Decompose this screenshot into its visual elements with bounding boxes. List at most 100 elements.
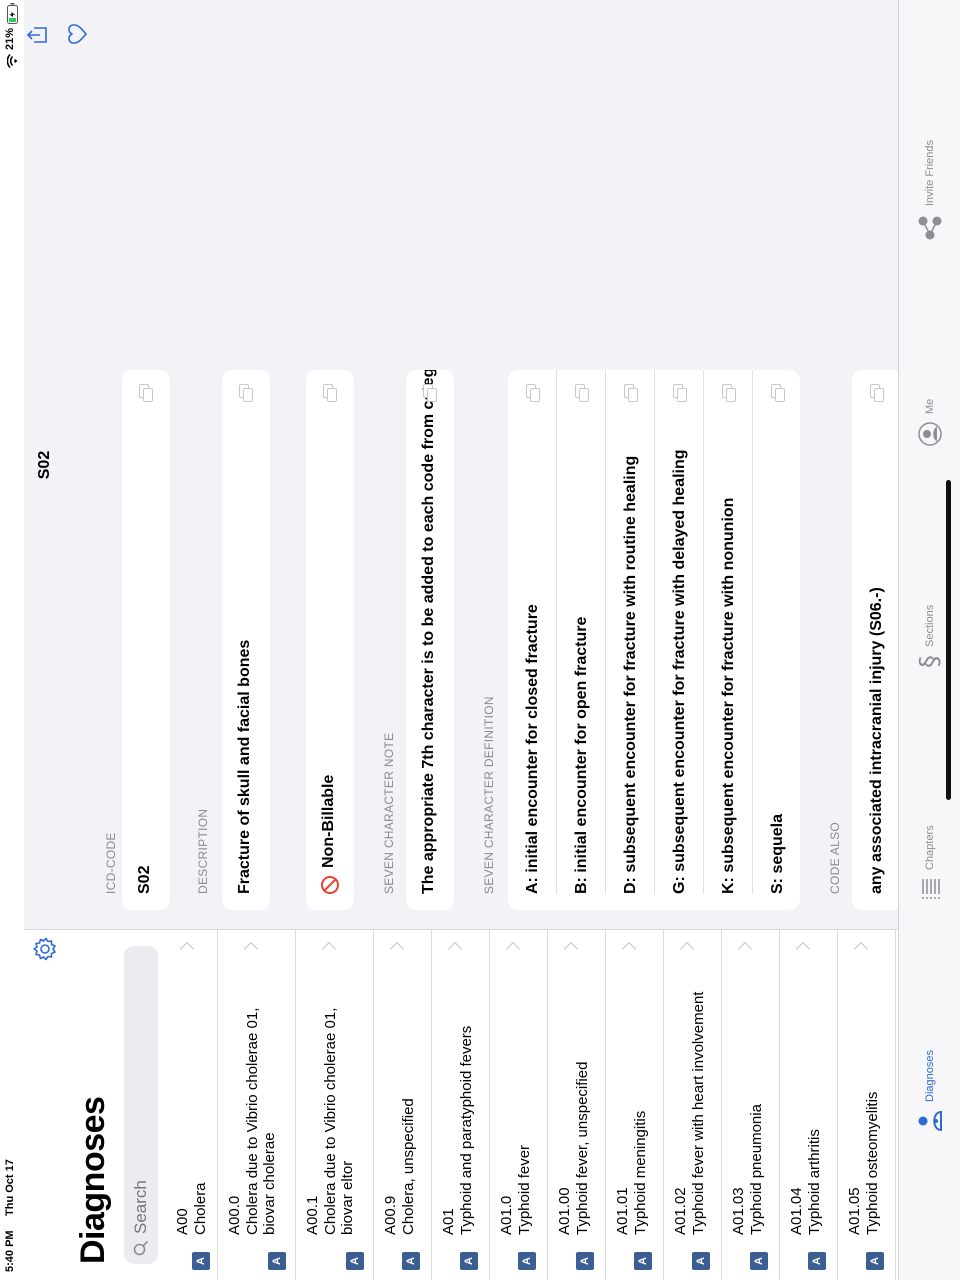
diagnosis-code: A01.05 [846,1187,863,1235]
chapter-badge: A [692,1252,710,1270]
icd-code-card: S02 [122,370,170,910]
icd-code-value: S02 [136,865,153,894]
chapter-badge: A [808,1252,826,1270]
sidebar-title: Diagnoses [74,1096,112,1264]
copy-icon[interactable] [624,384,638,402]
chevron-right-icon [179,941,195,957]
chevron-right-icon [679,941,695,957]
code-also-label: CODE ALSO [828,821,842,894]
diagnosis-row[interactable]: A A01.0 Typhoid fever [490,930,548,1280]
billable-card: Non-Billable [306,370,354,910]
copy-icon[interactable] [870,384,884,402]
seven-char-def-label: SEVEN CHARACTER DEFINITION [482,696,496,894]
tab-chapters[interactable]: Chapters [899,825,960,900]
chapter-badge: A [192,1252,210,1270]
diagnosis-code: A01.01 [614,1187,631,1235]
chevron-right-icon [243,941,259,957]
wifi-icon [5,53,23,69]
definition-row: G: subsequent encounter for fracture wit… [655,370,703,910]
chevron-right-icon [505,941,521,957]
seven-char-def-card: A: initial encounter for closed fracture… [508,370,800,910]
diagnosis-row[interactable]: A A01.01 Typhoid meningitis [606,930,664,1280]
tab-label: Diagnoses [924,1050,936,1102]
chapter-badge: A [518,1252,536,1270]
favorite-heart-icon[interactable] [68,23,93,45]
definition-row: K: subsequent encounter for fracture wit… [704,370,752,910]
diagnosis-description: Cholera due to Vibrio cholerae 01, biova… [244,1007,278,1235]
definition-text: S: sequela [769,813,786,894]
diagnosis-row[interactable]: A A01.00 Typhoid fever, unspecified [548,930,606,1280]
chevron-right-icon [321,941,337,957]
diagnoses-sidebar: Diagnoses A A00 Cholera A A00.0 Cholera … [0,929,898,1280]
diagnosis-description: Typhoid arthritis [806,1129,823,1235]
billable-value: Non-Billable [320,774,337,868]
definition-row: S: sequela [753,370,800,910]
definition-text: G: subsequent encounter for fracture wit… [671,449,688,894]
diagnosis-row[interactable]: A A00.9 Cholera, unspecified [374,930,432,1280]
tab-label: Invite Friends [924,139,936,206]
share-icon[interactable] [26,24,53,46]
tab-invite-friends[interactable]: Invite Friends [899,140,960,240]
diagnosis-row[interactable]: A A01 Typhoid and paratyphoid fevers [432,930,490,1280]
diagnosis-row[interactable]: A A01.04 Typhoid arthritis [780,930,838,1280]
home-indicator[interactable] [946,480,951,800]
diagnosis-code: A01 [440,1208,457,1235]
battery-icon [5,2,23,24]
copy-icon[interactable] [323,384,337,402]
copy-icon[interactable] [239,384,253,402]
copy-icon[interactable] [771,384,785,402]
code-also-card: any associated intracranial injury (S06.… [852,370,902,910]
diagnosis-description: Cholera, unspecified [400,1098,417,1235]
definition-row: B: initial encounter for open fracture [557,370,605,910]
diagnosis-code: A01.02 [672,1187,689,1235]
diagnosis-description: Typhoid fever [516,1144,533,1235]
diagnosis-row[interactable]: A A01.05 Typhoid osteomyelitis [838,930,896,1280]
search-input[interactable] [130,972,152,1236]
diagnosis-row[interactable]: A A00 Cholera [166,930,218,1280]
chapter-badge: A [576,1252,594,1270]
detail-title: S02 [36,450,53,480]
definition-row: D: subsequent encounter for fracture wit… [606,370,654,910]
copy-icon[interactable] [139,384,153,402]
definition-row: A: initial encounter for closed fracture [508,370,556,910]
diagnosis-description: Typhoid fever, unspecified [574,1061,591,1235]
chevron-right-icon [853,941,869,957]
profile-icon [918,422,942,446]
copy-icon[interactable] [423,384,437,402]
copy-icon[interactable] [575,384,589,402]
tab-label: Chapters [924,825,936,870]
person-icon [918,1110,942,1132]
copy-icon[interactable] [526,384,540,402]
gear-icon[interactable] [32,936,58,962]
tab-label: Me [924,398,936,414]
chapter-badge: A [268,1252,286,1270]
section-icon: § [915,655,945,668]
diagnosis-code: A00.9 [382,1195,399,1235]
diagnosis-description: Cholera due to Vibrio cholerae 01, biova… [322,1007,356,1235]
diagnosis-description: Typhoid pneumonia [748,1104,765,1235]
diagnosis-description: Typhoid meningitis [632,1110,649,1235]
copy-icon[interactable] [673,384,687,402]
description-label: DESCRIPTION [196,808,210,894]
diagnosis-description: Typhoid osteomyelitis [864,1091,881,1235]
chevron-right-icon [621,941,637,957]
search-field[interactable] [124,946,158,1264]
diagnosis-row[interactable]: A A00.1 Cholera due to Vibrio cholerae 0… [296,930,374,1280]
tab-diagnoses[interactable]: Diagnoses [899,1050,960,1132]
chevron-right-icon [795,941,811,957]
tab-me[interactable]: Me [899,399,960,446]
list-icon [922,879,940,899]
diagnosis-row[interactable]: A A00.0 Cholera due to Vibrio cholerae 0… [218,930,296,1280]
copy-icon[interactable] [722,384,736,402]
status-bar: 5:40 PM Thu Oct 17 21% [0,0,24,1280]
chapter-badge: A [346,1252,364,1270]
description-card: Fracture of skull and facial bones [222,370,270,910]
diagnosis-code: A01.0 [498,1195,515,1235]
diagnosis-row[interactable]: A A01.03 Typhoid pneumonia [722,930,780,1280]
chapter-badge: A [750,1252,768,1270]
diagnosis-row[interactable]: A A01.02 Typhoid fever with heart involv… [664,930,722,1280]
seven-char-note-value: The appropriate 7th character is to be a… [420,370,437,894]
definition-text: D: subsequent encounter for fracture wit… [622,455,639,894]
status-time: 5:40 PM [4,1230,16,1272]
search-icon [133,1240,149,1256]
